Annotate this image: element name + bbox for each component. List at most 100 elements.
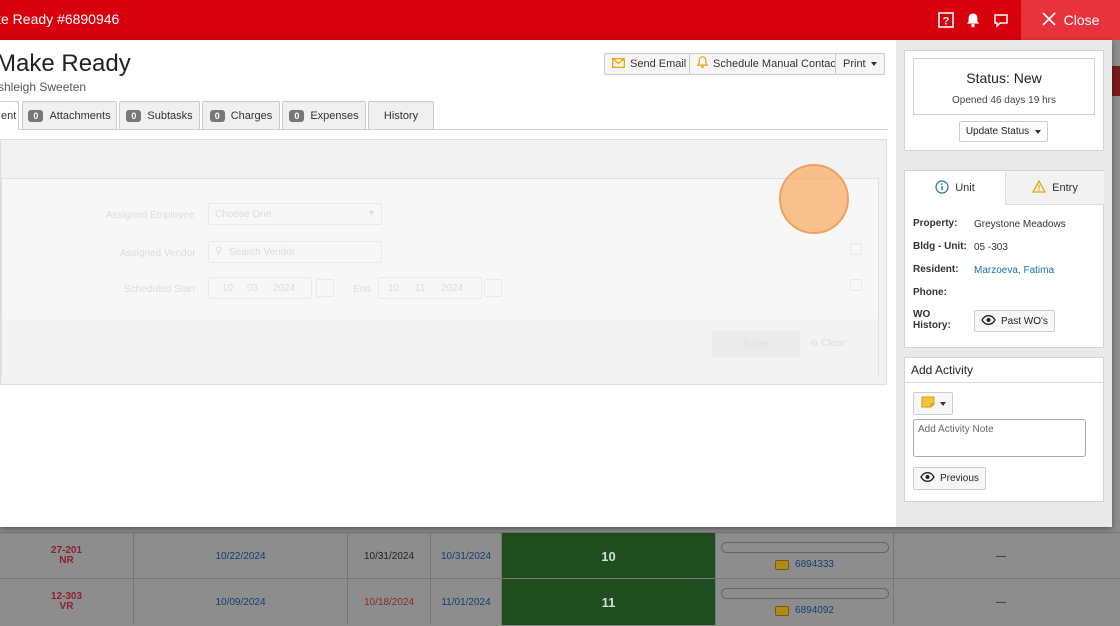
work-order-tabs: ent 0 Attachments 0 Subtasks 0 Charges 0…	[0, 101, 887, 130]
table-row: 12-303 VR 10/09/2024 10/18/2024 11/01/20…	[0, 578, 1120, 625]
progress-bar	[720, 588, 889, 599]
add-activity-header: Add Activity	[905, 358, 1103, 383]
bell-icon	[696, 56, 709, 72]
dash-cell: —	[894, 533, 1108, 579]
tab-attachments[interactable]: 0 Attachments	[22, 101, 117, 129]
days-cell: 10	[502, 533, 716, 579]
overdue-date-text: 10/18/2024	[363, 596, 415, 608]
unit-info-card: Unit Entry Property: Greystone Meadows B…	[904, 170, 1104, 348]
page-title: Make Ready	[0, 50, 131, 77]
envelope-icon	[612, 57, 625, 71]
close-label: Close	[1063, 12, 1100, 28]
save-button[interactable]: Save	[712, 331, 800, 357]
tab-expenses[interactable]: 0 Expenses	[282, 101, 366, 129]
end-day: 11	[415, 283, 426, 294]
past-wo-button[interactable]: Past WO's	[974, 310, 1055, 332]
chevron-down-icon: ▾	[369, 208, 375, 219]
tab-history[interactable]: History	[368, 101, 434, 129]
schedule-contact-label: Schedule Manual Contact	[713, 58, 839, 70]
date-link: 11/01/2024	[441, 596, 491, 608]
send-email-button[interactable]: Send Email	[604, 53, 695, 75]
activity-type-dropdown[interactable]	[913, 392, 953, 415]
wo-history-label-line2: History:	[913, 320, 951, 331]
tab-charges[interactable]: 0 Charges	[202, 101, 280, 129]
assigned-vendor-label: Assigned Vendor	[120, 248, 196, 259]
save-label: Save	[743, 338, 769, 350]
tab-label: History	[383, 109, 419, 122]
work-order-icon	[775, 559, 790, 570]
wo-cell: 6894333	[716, 533, 894, 579]
days-count: 11	[601, 594, 616, 610]
assigned-employee-label: Assigned Employee	[106, 210, 195, 221]
table-row: 27-201 NR 10/22/2024 10/31/2024 10/31/20…	[0, 532, 1120, 579]
tab-assignment[interactable]: ent	[0, 101, 19, 130]
date-cell: 10/31/2024	[348, 533, 431, 579]
scheduled-start-label: Scheduled Start	[124, 284, 196, 295]
count-badge: 0	[209, 109, 225, 122]
count-badge: 0	[28, 109, 44, 122]
search-icon: ⚲	[215, 246, 223, 257]
chat-icon[interactable]	[993, 12, 1009, 28]
wo-cell: 6894092	[716, 579, 894, 625]
end-year: 2024	[441, 283, 464, 294]
clear-date-icon[interactable]	[850, 279, 862, 291]
tab-entry[interactable]: Entry	[1005, 171, 1104, 205]
date-link: 10/31/2024	[440, 550, 492, 562]
tab-label: Expenses	[310, 109, 359, 122]
dash-cell: —	[894, 579, 1108, 625]
work-order-link: 6894092	[795, 605, 834, 616]
tab-subtasks[interactable]: 0 Subtasks	[119, 101, 200, 129]
resident-label: Resident:	[913, 264, 959, 275]
start-month: 10	[222, 283, 234, 294]
date-link: 10/09/2024	[215, 596, 266, 608]
calendar-icon[interactable]	[484, 279, 502, 297]
assigned-employee-select[interactable]: Choose One ▾	[208, 203, 382, 225]
calendar-icon[interactable]	[316, 279, 334, 297]
eye-icon	[981, 314, 996, 328]
svg-text:?: ?	[943, 16, 950, 28]
work-order-sidebar: Status: New Opened 46 days 19 hrs Update…	[896, 40, 1112, 527]
tab-unit[interactable]: Unit	[905, 171, 1005, 205]
page-subtitle: shleigh Sweeten	[0, 80, 87, 94]
chevron-down-icon	[1035, 129, 1042, 134]
help-icon[interactable]: ?	[938, 12, 954, 28]
tab-label: ent	[1, 110, 17, 122]
clear-vendor-icon[interactable]	[850, 243, 862, 255]
clear-button[interactable]: ⊘ Clear	[810, 338, 845, 349]
property-label: Property:	[913, 218, 958, 229]
previous-button[interactable]: Previous	[913, 467, 986, 490]
tab-label: Entry	[1052, 181, 1078, 194]
end-date-label: End	[353, 284, 371, 295]
start-date-input[interactable]: 10 03 2024	[208, 277, 312, 299]
tab-label: Charges	[230, 109, 273, 122]
schedule-contact-button[interactable]: Schedule Manual Contact	[689, 53, 847, 75]
assigned-vendor-search[interactable]: ⚲ Search Vendor	[208, 241, 382, 263]
date-cell: 10/22/2024	[134, 533, 348, 579]
tab-content-panel: Assigned Employee Choose One ▾ Assigned …	[0, 139, 887, 385]
count-badge: 0	[289, 109, 305, 122]
end-month: 10	[388, 283, 400, 294]
tab-label: Attachments	[49, 109, 111, 122]
update-status-button[interactable]: Update Status	[959, 121, 1048, 142]
close-button[interactable]: Close	[1021, 0, 1120, 40]
end-date-input[interactable]: 10 11 2024	[378, 277, 482, 299]
date-text: 10/31/2024	[363, 550, 415, 562]
days-count: 10	[601, 548, 616, 564]
activity-note-input[interactable]	[913, 419, 1086, 457]
date-cell: 10/31/2024	[431, 533, 502, 579]
date-cell: 11/01/2024	[431, 579, 502, 625]
property-value: Greystone Meadows	[974, 219, 1066, 230]
background-table: 27-201 NR 10/22/2024 10/31/2024 10/31/20…	[0, 520, 1120, 626]
unit-code: VR	[59, 601, 74, 612]
dash-text: —	[996, 596, 1006, 608]
work-order-title: ke Ready #6890946	[0, 11, 120, 27]
resident-link[interactable]: Marzoeva, Fatima	[974, 265, 1054, 276]
warning-icon	[1032, 179, 1047, 196]
bldg-unit-label: Bldg - Unit:	[913, 241, 967, 252]
print-button[interactable]: Print	[835, 53, 885, 75]
previous-label: Previous	[940, 473, 979, 484]
unit-code: NR	[59, 555, 74, 566]
print-label: Print	[843, 58, 866, 70]
bell-icon[interactable]	[965, 12, 981, 28]
status-opened-duration: Opened 46 days 19 hrs	[952, 95, 1056, 106]
